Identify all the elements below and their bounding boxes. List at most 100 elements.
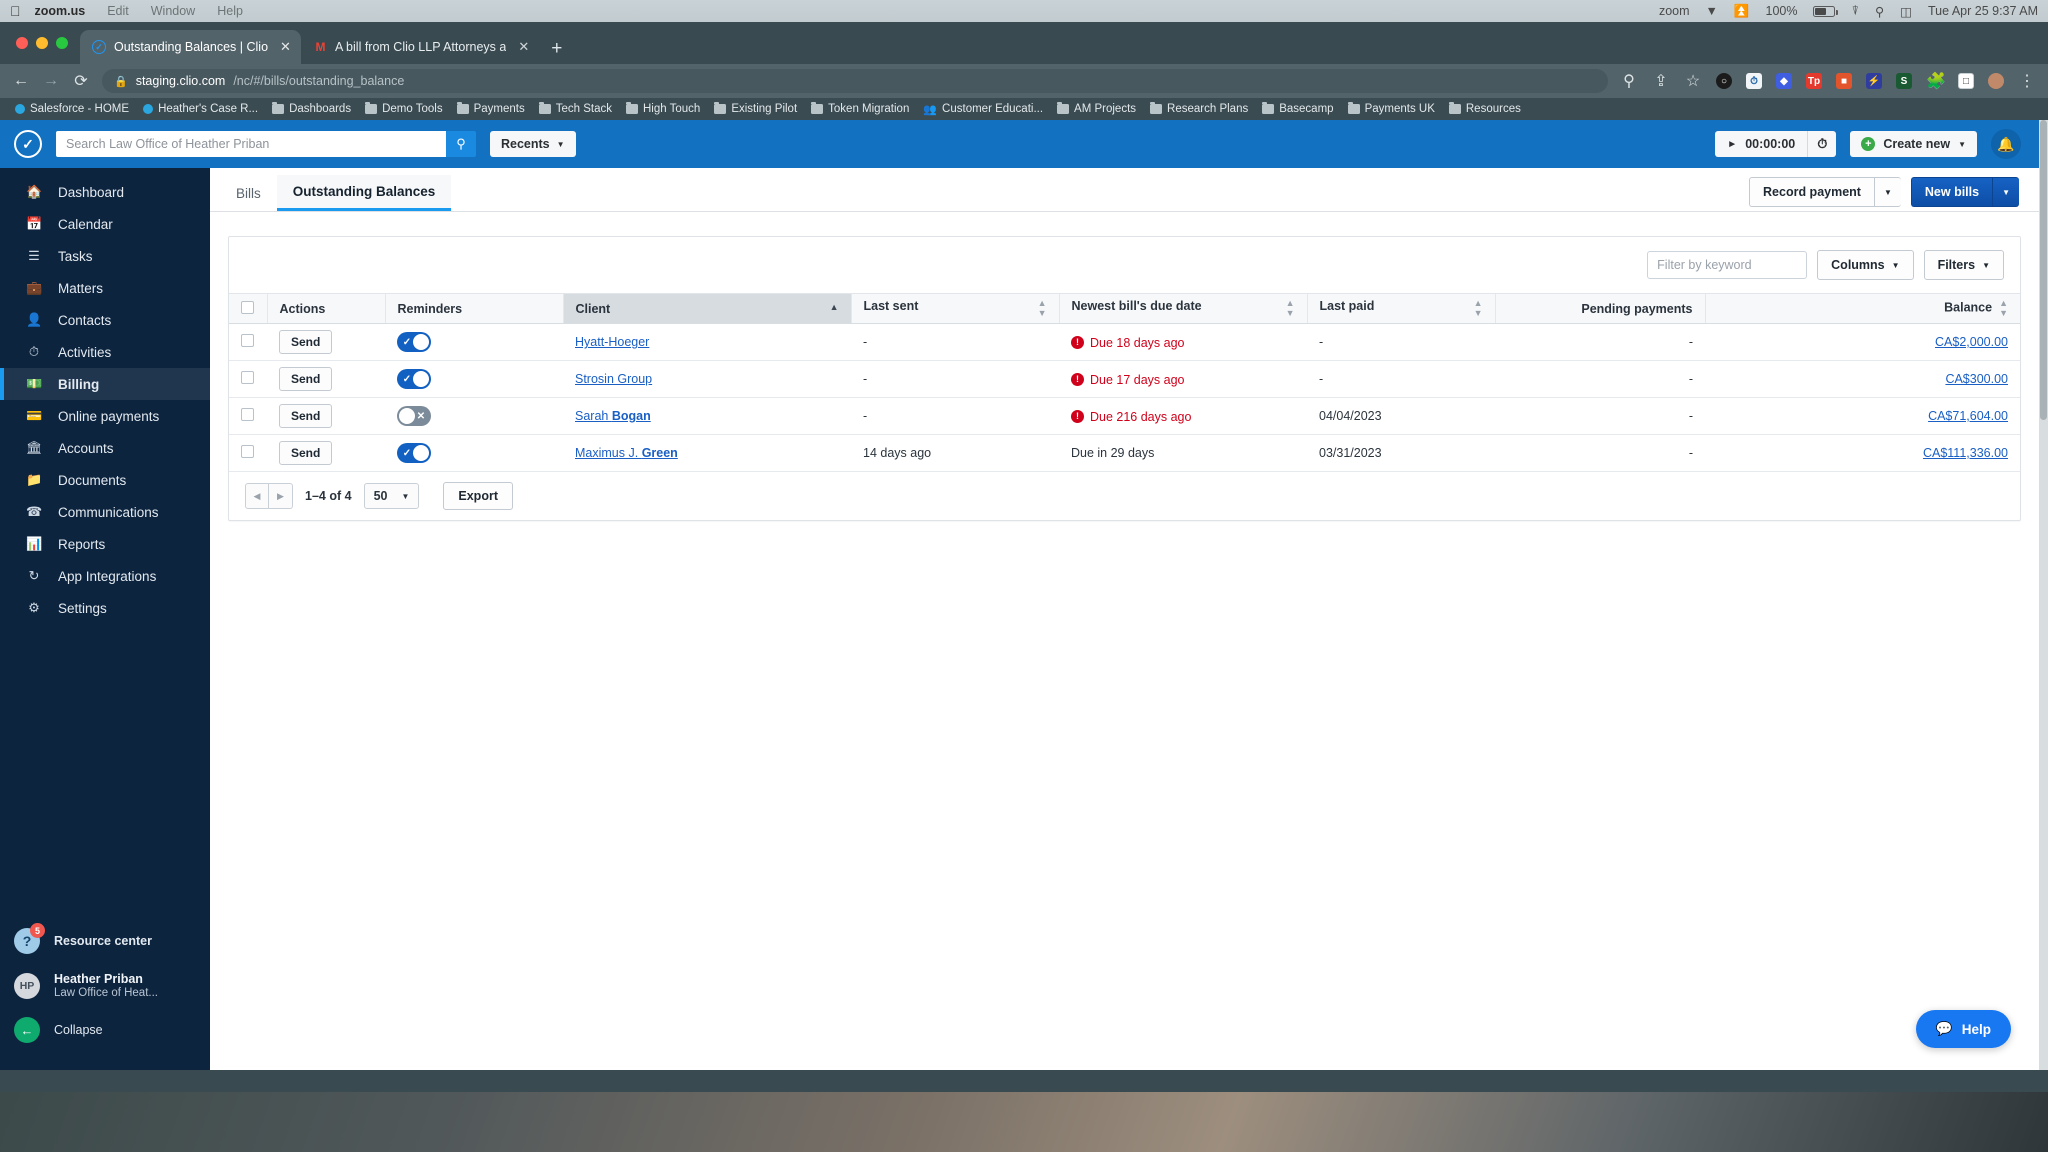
timer-widget[interactable]: ► 00:00:00 ⏱ [1715,131,1837,157]
table-row[interactable]: Send ✕ Sarah Bogan - ! Due 216 days ago 0… [229,397,2020,435]
column-reminders[interactable]: Reminders [384,293,563,324]
search-input[interactable] [56,131,446,157]
row-client-cell[interactable]: Hyatt-Hoeger [563,323,851,361]
close-window-button[interactable] [16,37,28,49]
column-pending-payments[interactable]: Pending payments [1494,293,1705,324]
menubar-zoom-status[interactable]: zoom [1659,4,1690,18]
row-checkbox-cell[interactable] [229,434,267,472]
row-balance-cell[interactable]: CA$2,000.00 [1705,323,2020,361]
record-payment-dropdown-icon[interactable]: ▼ [1873,177,1901,207]
bookmark-item[interactable]: AM Projects [1050,101,1143,115]
new-bills-dropdown-icon[interactable]: ▼ [1992,177,2019,207]
row-client-cell[interactable]: Strosin Group [563,360,851,398]
tab-bills[interactable]: Bills [220,175,277,211]
client-link[interactable]: Strosin Group [575,372,652,386]
browser-tab-bill-email[interactable]: M A bill from Clio LLP Attorneys a ✕ [301,30,539,64]
bookmark-item[interactable]: High Touch [619,101,707,115]
column-select-all[interactable] [229,293,267,324]
apple-menu-icon[interactable]:  [10,3,21,19]
sidebar-item-contacts[interactable]: 👤 Contacts [0,304,210,336]
row-checkbox-cell[interactable] [229,360,267,398]
global-search[interactable]: ⚲ [56,131,476,157]
row-checkbox-cell[interactable] [229,397,267,435]
row-checkbox-cell[interactable] [229,323,267,361]
extension-diamond-icon[interactable]: ◆ [1776,73,1792,89]
menubar-clock[interactable]: Tue Apr 25 9:37 AM [1928,4,2038,18]
column-due-date[interactable]: Newest bill's due date ▲ ▼ [1058,293,1307,324]
bookmark-item[interactable]: Demo Tools [358,101,450,115]
row-reminder-cell[interactable]: ✓ [385,323,563,361]
create-new-button[interactable]: + Create new ▼ [1850,131,1977,157]
sidebar-item-calendar[interactable]: 📅 Calendar [0,208,210,240]
filters-button[interactable]: Filters ▼ [1923,250,2004,280]
sidebar-item-communications[interactable]: ☎ Communications [0,496,210,528]
battery-icon[interactable] [1813,5,1838,17]
client-link[interactable]: Maximus J. Green [575,446,678,460]
minimize-window-button[interactable] [36,37,48,49]
row-reminder-cell[interactable]: ✕ [385,397,563,435]
extension-s-icon[interactable]: S [1896,73,1912,89]
previous-page-button[interactable]: ◀ [245,483,269,509]
browser-menu-icon[interactable]: ⋮ [2018,71,2036,91]
reminder-toggle[interactable]: ✓ [397,332,431,352]
recents-dropdown[interactable]: Recents ▼ [490,131,576,157]
send-button[interactable]: Send [279,404,333,428]
notifications-bell-icon[interactable]: 🔔 [1991,129,2021,159]
play-icon[interactable]: ► [1727,139,1737,150]
send-button[interactable]: Send [279,441,333,465]
bookmark-item[interactable]: Tech Stack [532,101,619,115]
column-last-paid[interactable]: Last paid ▲ ▼ [1306,293,1495,324]
page-scrollbar[interactable] [2039,120,2048,1070]
bookmark-item[interactable]: Existing Pilot [707,101,804,115]
export-button[interactable]: Export [443,482,513,510]
search-icon[interactable]: ⚲ [446,131,476,157]
extension-ring-icon[interactable]: ○ [1716,73,1732,89]
row-balance-cell[interactable]: CA$111,336.00 [1705,434,2020,472]
balance-link[interactable]: CA$300.00 [1945,372,2008,386]
reload-icon[interactable]: ⟳ [72,71,90,91]
bookmark-item[interactable]: Basecamp [1255,101,1340,115]
dropbox-icon[interactable]: ▼ [1706,4,1718,18]
scrollbar-thumb[interactable] [2040,120,2047,420]
row-checkbox[interactable] [241,371,254,384]
bookmark-item[interactable]: Payments UK [1341,101,1442,115]
reminder-toggle[interactable]: ✕ [397,406,431,426]
sidebar-item-activities[interactable]: ⏱ Activities [0,336,210,368]
extensions-puzzle-icon[interactable]: 🧩 [1926,71,1946,91]
user-profile[interactable]: HP Heather Priban Law Office of Heat... [0,963,210,1008]
new-tab-button[interactable]: + [539,39,574,64]
forward-icon[interactable]: → [42,72,60,90]
row-checkbox[interactable] [241,334,254,347]
row-actions-cell[interactable]: Send [267,434,385,472]
new-bills-group[interactable]: New bills ▼ [1910,177,2019,207]
sidebar-item-billing[interactable]: 💵 Billing [0,368,210,400]
clio-logo[interactable]: ✓ [0,130,56,158]
sidebar-item-reports[interactable]: 📊 Reports [0,528,210,560]
sidebar-item-documents[interactable]: 📁 Documents [0,464,210,496]
bookmark-item[interactable]: Research Plans [1143,101,1255,115]
help-widget-button[interactable]: 💬 Help [1915,1010,2011,1048]
balance-link[interactable]: CA$71,604.00 [1928,409,2008,423]
browser-tab-outstanding-balances[interactable]: ✓ Outstanding Balances | Clio ✕ [80,30,301,64]
menubar-app-name[interactable]: zoom.us [35,4,86,18]
sidebar-item-accounts[interactable]: 🏛 Accounts [0,432,210,464]
client-link[interactable]: Hyatt-Hoeger [575,335,649,349]
profile-avatar[interactable] [1988,73,2004,89]
extension-tp-icon[interactable]: Tp [1806,73,1822,89]
row-reminder-cell[interactable]: ✓ [385,360,563,398]
sidebar-item-dashboard[interactable]: 🏠 Dashboard [0,176,210,208]
wifi-icon[interactable]: ⍒ [1851,4,1859,19]
timer-clock-icon[interactable]: ⏱ [1807,131,1836,157]
tab-outstanding-balances[interactable]: Outstanding Balances [276,175,452,211]
send-button[interactable]: Send [279,330,333,354]
bookmark-star-icon[interactable]: ☆ [1684,71,1702,91]
row-checkbox[interactable] [241,445,254,458]
extension-orange-icon[interactable]: ■ [1836,73,1852,89]
record-payment-button[interactable]: Record payment [1749,177,1874,207]
reminder-toggle[interactable]: ✓ [397,443,431,463]
row-actions-cell[interactable]: Send [267,397,385,435]
filter-keyword-input[interactable] [1647,251,1808,279]
next-page-button[interactable]: ▶ [269,483,293,509]
table-row[interactable]: Send ✓ Hyatt-Hoeger - ! Due 18 days ago -… [229,323,2020,361]
bookmark-item[interactable]: Dashboards [265,101,358,115]
